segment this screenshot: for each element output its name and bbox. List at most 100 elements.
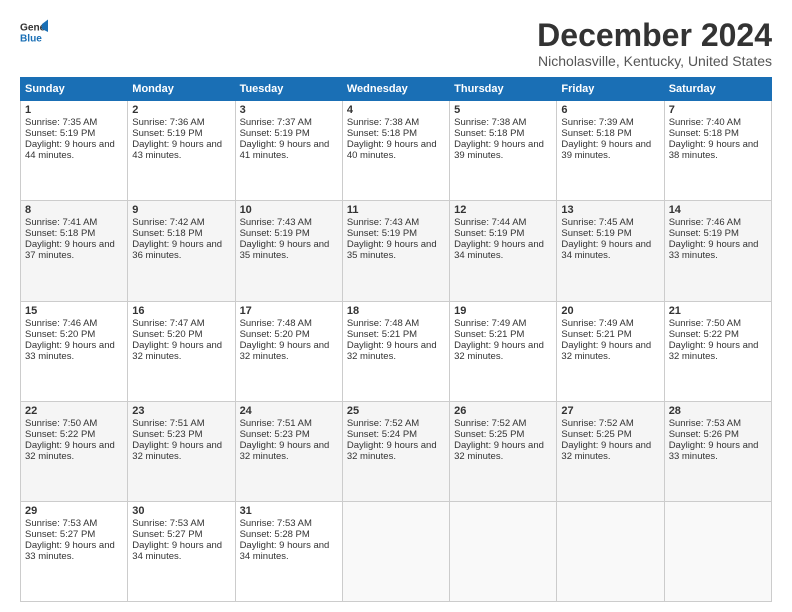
main-title: December 2024 [537,18,772,53]
calendar-week-row: 22Sunrise: 7:50 AMSunset: 5:22 PMDayligh… [21,401,772,501]
daylight-label: Daylight: 9 hours and 43 minutes. [132,139,222,161]
col-wednesday: Wednesday [342,78,449,101]
daylight-label: Daylight: 9 hours and 34 minutes. [454,239,544,261]
table-row: 1Sunrise: 7:35 AMSunset: 5:19 PMDaylight… [21,101,128,201]
sunset-label: Sunset: 5:24 PM [347,429,417,440]
page: General Blue December 2024 Nicholasville… [0,0,792,612]
sunrise-label: Sunrise: 7:39 AM [561,117,633,128]
day-number: 16 [132,305,230,317]
daylight-label: Daylight: 9 hours and 36 minutes. [132,239,222,261]
day-number: 25 [347,405,445,417]
day-number: 13 [561,204,659,216]
daylight-label: Daylight: 9 hours and 37 minutes. [25,239,115,261]
svg-text:Blue: Blue [20,33,42,44]
col-tuesday: Tuesday [235,78,342,101]
sunrise-label: Sunrise: 7:46 AM [25,318,97,329]
day-number: 8 [25,204,123,216]
sunset-label: Sunset: 5:18 PM [132,228,202,239]
table-row: 19Sunrise: 7:49 AMSunset: 5:21 PMDayligh… [450,301,557,401]
sunrise-label: Sunrise: 7:36 AM [132,117,204,128]
sunrise-label: Sunrise: 7:37 AM [240,117,312,128]
table-row: 31Sunrise: 7:53 AMSunset: 5:28 PMDayligh… [235,501,342,601]
daylight-label: Daylight: 9 hours and 33 minutes. [669,239,759,261]
col-sunday: Sunday [21,78,128,101]
generalblue-logo-icon: General Blue [20,18,48,46]
table-row: 13Sunrise: 7:45 AMSunset: 5:19 PMDayligh… [557,201,664,301]
sunrise-label: Sunrise: 7:46 AM [669,217,741,228]
sunset-label: Sunset: 5:21 PM [454,329,524,340]
daylight-label: Daylight: 9 hours and 32 minutes. [132,440,222,462]
col-thursday: Thursday [450,78,557,101]
table-row: 16Sunrise: 7:47 AMSunset: 5:20 PMDayligh… [128,301,235,401]
sunset-label: Sunset: 5:20 PM [132,329,202,340]
table-row: 15Sunrise: 7:46 AMSunset: 5:20 PMDayligh… [21,301,128,401]
calendar-week-row: 1Sunrise: 7:35 AMSunset: 5:19 PMDaylight… [21,101,772,201]
day-number: 1 [25,104,123,116]
calendar-week-row: 15Sunrise: 7:46 AMSunset: 5:20 PMDayligh… [21,301,772,401]
day-number: 10 [240,204,338,216]
col-saturday: Saturday [664,78,771,101]
table-row: 23Sunrise: 7:51 AMSunset: 5:23 PMDayligh… [128,401,235,501]
sunset-label: Sunset: 5:19 PM [240,128,310,139]
daylight-label: Daylight: 9 hours and 33 minutes. [25,340,115,362]
daylight-label: Daylight: 9 hours and 39 minutes. [561,139,651,161]
table-row: 2Sunrise: 7:36 AMSunset: 5:19 PMDaylight… [128,101,235,201]
daylight-label: Daylight: 9 hours and 32 minutes. [132,340,222,362]
table-row [342,501,449,601]
sunrise-label: Sunrise: 7:41 AM [25,217,97,228]
table-row: 11Sunrise: 7:43 AMSunset: 5:19 PMDayligh… [342,201,449,301]
daylight-label: Daylight: 9 hours and 32 minutes. [240,340,330,362]
sunrise-label: Sunrise: 7:45 AM [561,217,633,228]
col-friday: Friday [557,78,664,101]
sunset-label: Sunset: 5:19 PM [347,228,417,239]
day-number: 12 [454,204,552,216]
daylight-label: Daylight: 9 hours and 32 minutes. [561,440,651,462]
table-row: 22Sunrise: 7:50 AMSunset: 5:22 PMDayligh… [21,401,128,501]
daylight-label: Daylight: 9 hours and 34 minutes. [240,540,330,562]
table-row: 12Sunrise: 7:44 AMSunset: 5:19 PMDayligh… [450,201,557,301]
table-row: 24Sunrise: 7:51 AMSunset: 5:23 PMDayligh… [235,401,342,501]
sunset-label: Sunset: 5:22 PM [25,429,95,440]
sunset-label: Sunset: 5:18 PM [669,128,739,139]
calendar-header-row: Sunday Monday Tuesday Wednesday Thursday… [21,78,772,101]
table-row: 7Sunrise: 7:40 AMSunset: 5:18 PMDaylight… [664,101,771,201]
sunset-label: Sunset: 5:25 PM [454,429,524,440]
day-number: 14 [669,204,767,216]
table-row: 18Sunrise: 7:48 AMSunset: 5:21 PMDayligh… [342,301,449,401]
sunrise-label: Sunrise: 7:49 AM [454,318,526,329]
day-number: 28 [669,405,767,417]
day-number: 21 [669,305,767,317]
daylight-label: Daylight: 9 hours and 35 minutes. [347,239,437,261]
sunset-label: Sunset: 5:28 PM [240,529,310,540]
daylight-label: Daylight: 9 hours and 33 minutes. [25,540,115,562]
sunset-label: Sunset: 5:22 PM [669,329,739,340]
sunset-label: Sunset: 5:23 PM [240,429,310,440]
sunrise-label: Sunrise: 7:47 AM [132,318,204,329]
table-row: 9Sunrise: 7:42 AMSunset: 5:18 PMDaylight… [128,201,235,301]
sunset-label: Sunset: 5:18 PM [347,128,417,139]
table-row: 21Sunrise: 7:50 AMSunset: 5:22 PMDayligh… [664,301,771,401]
day-number: 15 [25,305,123,317]
daylight-label: Daylight: 9 hours and 41 minutes. [240,139,330,161]
daylight-label: Daylight: 9 hours and 32 minutes. [454,440,544,462]
daylight-label: Daylight: 9 hours and 34 minutes. [132,540,222,562]
sunrise-label: Sunrise: 7:50 AM [669,318,741,329]
table-row: 8Sunrise: 7:41 AMSunset: 5:18 PMDaylight… [21,201,128,301]
sunrise-label: Sunrise: 7:43 AM [347,217,419,228]
sunrise-label: Sunrise: 7:38 AM [454,117,526,128]
logo: General Blue [20,18,48,46]
day-number: 23 [132,405,230,417]
calendar-week-row: 29Sunrise: 7:53 AMSunset: 5:27 PMDayligh… [21,501,772,601]
sunrise-label: Sunrise: 7:44 AM [454,217,526,228]
day-number: 18 [347,305,445,317]
daylight-label: Daylight: 9 hours and 32 minutes. [240,440,330,462]
sunset-label: Sunset: 5:21 PM [347,329,417,340]
day-number: 6 [561,104,659,116]
day-number: 27 [561,405,659,417]
sunrise-label: Sunrise: 7:52 AM [561,418,633,429]
day-number: 4 [347,104,445,116]
table-row [557,501,664,601]
table-row: 14Sunrise: 7:46 AMSunset: 5:19 PMDayligh… [664,201,771,301]
sunrise-label: Sunrise: 7:51 AM [132,418,204,429]
sunrise-label: Sunrise: 7:48 AM [240,318,312,329]
